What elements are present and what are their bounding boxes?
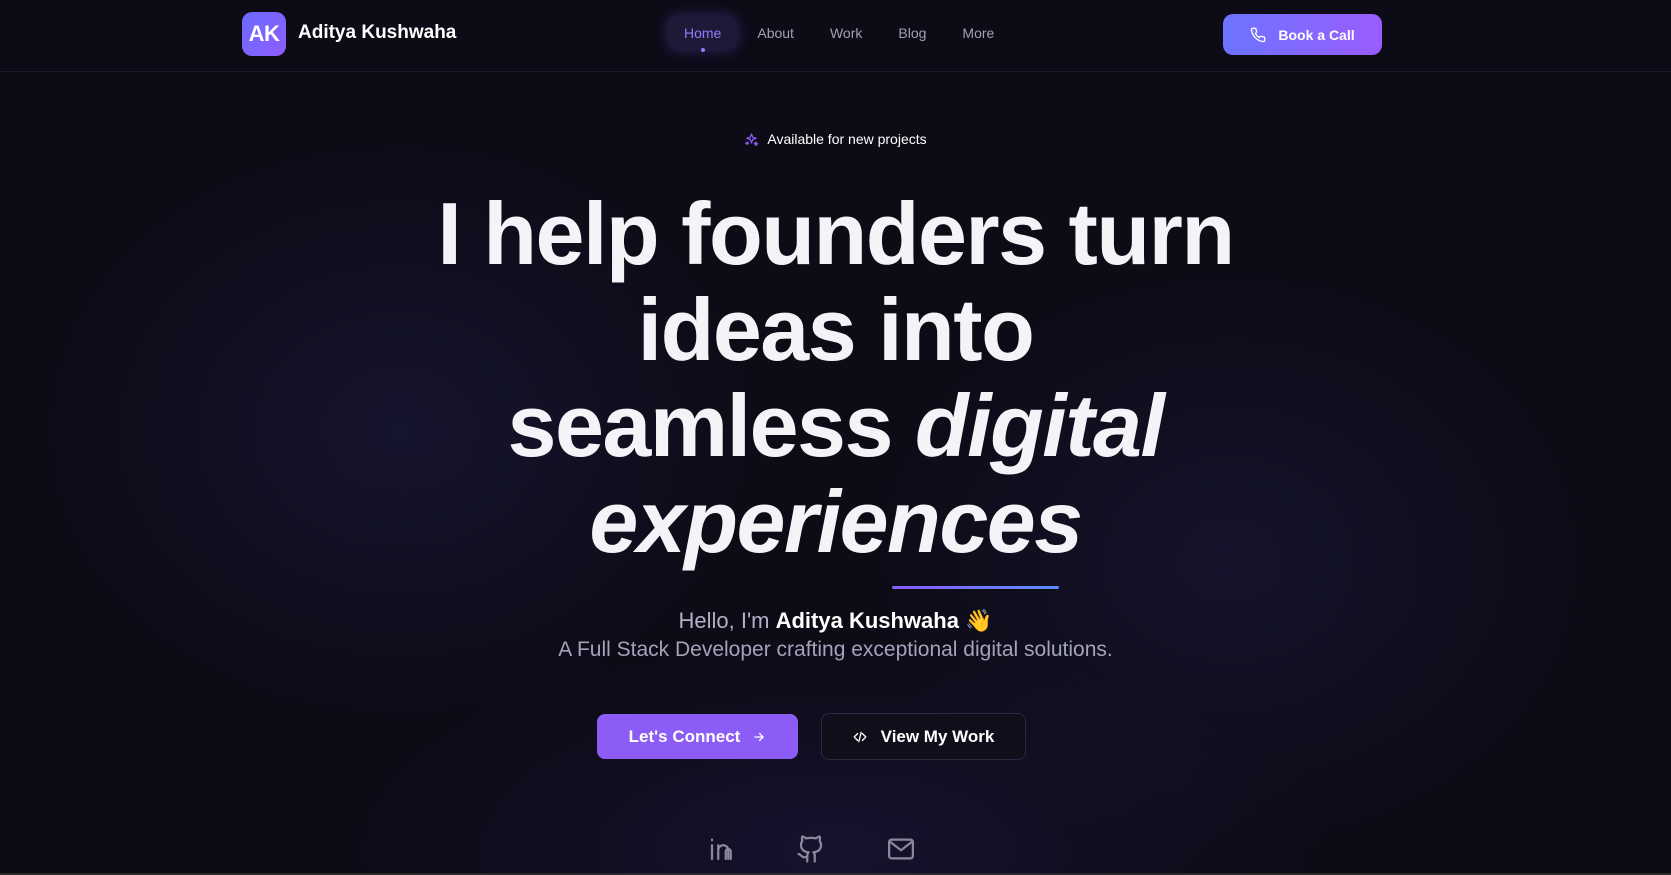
greeting-prefix: Hello, I'm bbox=[678, 608, 776, 633]
nav-item-work[interactable]: Work bbox=[814, 16, 878, 50]
arrow-right-icon bbox=[754, 732, 765, 741]
nav-item-about[interactable]: About bbox=[741, 16, 810, 50]
github-icon bbox=[797, 835, 823, 863]
book-call-label: Book a Call bbox=[1278, 26, 1355, 43]
headline-plain: seamless bbox=[507, 376, 915, 475]
headline-line-3: seamless digital bbox=[0, 378, 1671, 474]
greeting: Hello, I'm Aditya Kushwaha 👋 bbox=[0, 608, 1671, 634]
hero-headline: I help founders turn ideas into seamless… bbox=[0, 186, 1671, 570]
logo[interactable]: AK bbox=[242, 12, 286, 56]
linkedin-icon bbox=[710, 838, 732, 861]
nav-item-more[interactable]: More bbox=[946, 16, 1010, 50]
nav-item-home[interactable]: Home bbox=[668, 16, 738, 52]
view-work-label: View My Work bbox=[880, 726, 995, 746]
greeting-name: Aditya Kushwaha bbox=[775, 608, 959, 633]
headline-underline bbox=[892, 586, 1059, 589]
lets-connect-label: Let's Connect bbox=[628, 726, 741, 746]
lets-connect-button[interactable]: Let's Connect bbox=[597, 714, 798, 759]
brand-name[interactable]: Aditya Kushwaha bbox=[298, 22, 456, 44]
nav-menu: Home About Work Blog More bbox=[668, 16, 1014, 52]
nav-item-blog[interactable]: Blog bbox=[882, 16, 942, 50]
top-navbar: AK Aditya Kushwaha Home About Work Blog … bbox=[0, 0, 1671, 72]
page: AK Aditya Kushwaha Home About Work Blog … bbox=[0, 0, 1671, 875]
email-link[interactable] bbox=[886, 834, 916, 864]
wave-emoji: 👋 bbox=[965, 608, 993, 633]
code-icon bbox=[853, 731, 867, 742]
sparkles-icon bbox=[745, 132, 759, 146]
logo-text: AK bbox=[248, 21, 280, 46]
headline-italic-digital: digital bbox=[914, 376, 1165, 475]
mail-icon bbox=[888, 838, 914, 860]
headline-line-1: I help founders turn bbox=[437, 184, 1235, 283]
view-work-button[interactable]: View My Work bbox=[821, 713, 1026, 760]
availability-badge: Available for new projects bbox=[0, 131, 1671, 147]
phone-icon bbox=[1251, 27, 1266, 42]
tagline: A Full Stack Developer crafting exceptio… bbox=[558, 638, 1113, 661]
headline-line-2: ideas into bbox=[637, 280, 1035, 379]
linkedin-link[interactable] bbox=[707, 834, 737, 864]
github-link[interactable] bbox=[796, 834, 826, 864]
headline-line-4: experiences bbox=[589, 472, 1083, 571]
book-call-button[interactable]: Book a Call bbox=[1223, 14, 1382, 55]
badge-text: Available for new projects bbox=[767, 131, 927, 147]
